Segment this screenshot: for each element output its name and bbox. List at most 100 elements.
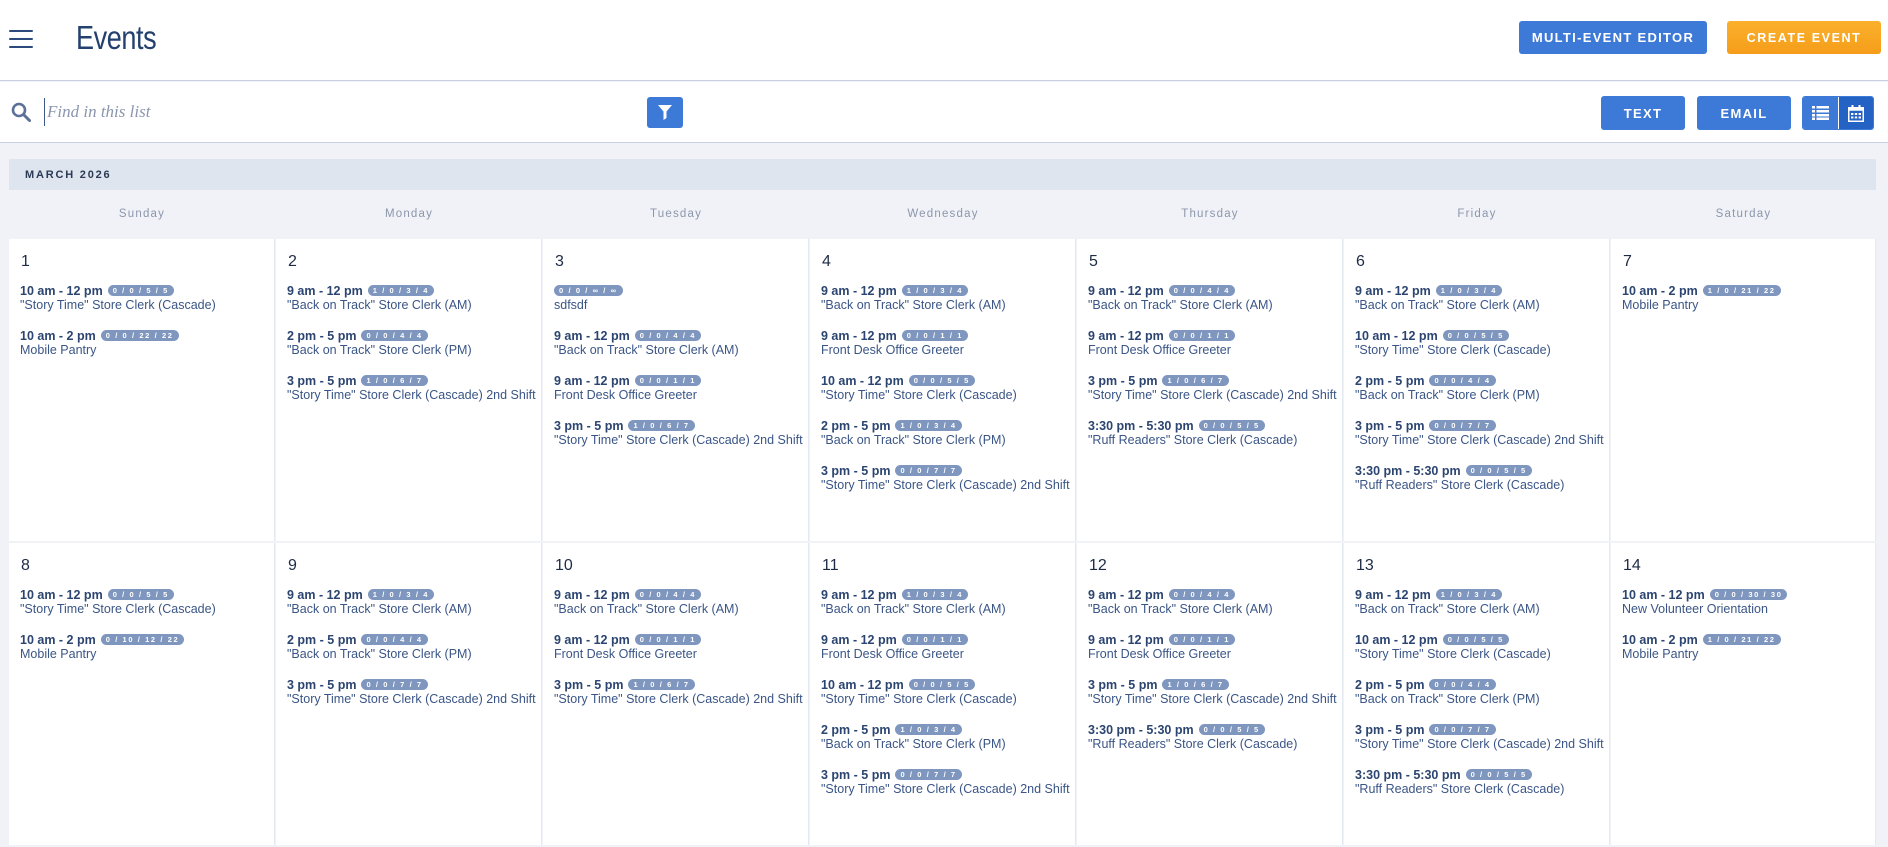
calendar-event[interactable]: 9 am - 12 pm 0 / 0 / 1 / 1 Front Desk Offi… (821, 328, 968, 357)
calendar-event[interactable]: 2 pm - 5 pm 0 / 0 / 4 / 4 "Back on Track" … (287, 328, 472, 358)
event-name: "Back on Track" Store Clerk (PM) (821, 433, 1006, 447)
calendar-event[interactable]: 2 pm - 5 pm 1 / 0 / 3 / 4 "Back on Track" … (821, 418, 1006, 448)
day-cell[interactable]: 10 9 am - 12 pm 0 / 0 / 4 / 4 "Back on Trac… (543, 543, 809, 845)
calendar-event[interactable]: 3 pm - 5 pm 0 / 0 / 7 / 7 "Story Time" Sto… (287, 677, 536, 707)
event-time-row: 9 am - 12 pm 0 / 0 / 4 / 4 (554, 587, 739, 602)
calendar-event[interactable]: 3:30 pm - 5:30 pm 0 / 0 / 5 / 5 "Ruff Read… (1088, 722, 1297, 752)
search-input[interactable] (44, 98, 604, 126)
day-cell[interactable]: 5 9 am - 12 pm 0 / 0 / 4 / 4 "Back on Track… (1077, 239, 1343, 541)
calendar-event[interactable]: 3 pm - 5 pm 1 / 0 / 6 / 7 "Story Time" Sto… (1088, 373, 1337, 403)
day-cell[interactable]: 9 9 am - 12 pm 1 / 0 / 3 / 4 "Back on Track… (276, 543, 542, 845)
event-slots-badge: 0 / 0 / 4 / 4 (1168, 589, 1235, 600)
calendar-event[interactable]: 3:30 pm - 5:30 pm 0 / 0 / 5 / 5 "Ruff Read… (1088, 418, 1297, 448)
calendar-event[interactable]: 0 / 0 / ∞ / ∞ sdfsdf (554, 283, 623, 312)
calendar-event[interactable]: 10 am - 12 pm 0 / 0 / 5 / 5 "Story Time" S… (1355, 328, 1551, 358)
event-time-row: 3 pm - 5 pm 0 / 0 / 7 / 7 (821, 463, 1070, 478)
day-cell[interactable]: 2 9 am - 12 pm 1 / 0 / 3 / 4 "Back on Track… (276, 239, 542, 541)
event-time: 10 am - 2 pm (1622, 632, 1698, 647)
calendar-event[interactable]: 3:30 pm - 5:30 pm 0 / 0 / 5 / 5 "Ruff Read… (1355, 463, 1564, 493)
calendar-event[interactable]: 3 pm - 5 pm 1 / 0 / 6 / 7 "Story Time" Sto… (1088, 677, 1337, 707)
text-button[interactable]: TEXT (1601, 96, 1685, 130)
calendar-event[interactable]: 2 pm - 5 pm 1 / 0 / 3 / 4 "Back on Track" … (821, 722, 1006, 752)
filter-button[interactable] (647, 97, 683, 128)
calendar-event[interactable]: 9 am - 12 pm 0 / 0 / 4 / 4 "Back on Track"… (1088, 587, 1273, 617)
day-cell[interactable]: 11 9 am - 12 pm 1 / 0 / 3 / 4 "Back on Trac… (810, 543, 1076, 845)
day-cell[interactable]: 4 9 am - 12 pm 1 / 0 / 3 / 4 "Back on Track… (810, 239, 1076, 541)
day-cell[interactable]: 8 10 am - 12 pm 0 / 0 / 5 / 5 "Story Time" … (9, 543, 275, 845)
calendar-event[interactable]: 10 am - 12 pm 0 / 0 / 5 / 5 "Story Time" S… (1355, 632, 1551, 662)
calendar-event[interactable]: 2 pm - 5 pm 0 / 0 / 4 / 4 "Back on Track" … (287, 632, 472, 662)
event-time-row: 9 am - 12 pm 0 / 0 / 1 / 1 (821, 328, 968, 343)
event-slots-badge: 1 / 0 / 3 / 4 (1435, 589, 1502, 600)
calendar-event[interactable]: 10 am - 12 pm 0 / 0 / 5 / 5 "Story Time" S… (821, 677, 1017, 707)
event-time-row: 3 pm - 5 pm 0 / 0 / 7 / 7 (1355, 722, 1604, 737)
day-cell[interactable]: 7 10 am - 2 pm 1 / 0 / 21 / 22 Mobile Pantr… (1611, 239, 1876, 541)
calendar-event[interactable]: 9 am - 12 pm 1 / 0 / 3 / 4 "Back on Track"… (287, 283, 472, 313)
calendar-event[interactable]: 9 am - 12 pm 0 / 0 / 4 / 4 "Back on Track"… (554, 587, 739, 617)
event-slots-badge: 0 / 0 / 5 / 5 (107, 285, 174, 296)
calendar-event[interactable]: 9 am - 12 pm 0 / 0 / 4 / 4 "Back on Track"… (554, 328, 739, 358)
calendar-event[interactable]: 10 am - 2 pm 1 / 0 / 21 / 22 Mobile Pantry (1622, 283, 1781, 312)
event-time: 3 pm - 5 pm (1355, 722, 1425, 737)
event-time-row: 3 pm - 5 pm 1 / 0 / 6 / 7 (554, 677, 803, 692)
calendar-event[interactable]: 10 am - 2 pm 1 / 0 / 21 / 22 Mobile Pantry (1622, 632, 1781, 661)
calendar-event[interactable]: 10 am - 12 pm 0 / 0 / 5 / 5 "Story Time" S… (821, 373, 1017, 403)
event-name: sdfsdf (554, 298, 588, 312)
day-cell[interactable]: 14 10 am - 12 pm 0 / 0 / 30 / 30 New Volunt… (1611, 543, 1876, 845)
event-slots-badge: 0 / 0 / 5 / 5 (908, 375, 975, 386)
email-button[interactable]: EMAIL (1697, 96, 1791, 130)
calendar-event[interactable]: 3 pm - 5 pm 0 / 0 / 7 / 7 "Story Time" Sto… (1355, 722, 1604, 752)
event-slots-badge: 0 / 0 / 4 / 4 (1429, 679, 1496, 690)
calendar-event[interactable]: 10 am - 12 pm 0 / 0 / 5 / 5 "Story Time" S… (20, 587, 216, 617)
day-cell[interactable]: 1 10 am - 12 pm 0 / 0 / 5 / 5 "Story Time" … (9, 239, 275, 541)
event-slots-badge: 0 / 0 / 4 / 4 (634, 330, 701, 341)
event-time-row: 9 am - 12 pm 0 / 0 / 1 / 1 (554, 632, 701, 647)
weekday-label: Friday (1457, 208, 1497, 220)
day-cell[interactable]: 13 9 am - 12 pm 1 / 0 / 3 / 4 "Back on Trac… (1344, 543, 1610, 845)
calendar-event[interactable]: 3 pm - 5 pm 0 / 0 / 7 / 7 "Story Time" Sto… (821, 767, 1070, 797)
list-view-button[interactable] (1803, 97, 1838, 129)
event-slots-badge: 0 / 0 / ∞ / ∞ (554, 285, 623, 296)
calendar-event[interactable]: 9 am - 12 pm 1 / 0 / 3 / 4 "Back on Track"… (1355, 283, 1540, 313)
hamburger-icon[interactable] (9, 30, 33, 48)
calendar-event[interactable]: 10 am - 12 pm 0 / 0 / 30 / 30 New Voluntee… (1622, 587, 1788, 616)
calendar-event[interactable]: 9 am - 12 pm 0 / 0 / 1 / 1 Front Desk Offi… (554, 373, 701, 402)
calendar-event[interactable]: 9 am - 12 pm 0 / 0 / 1 / 1 Front Desk Offi… (554, 632, 701, 661)
create-event-button[interactable]: CREATE EVENT (1727, 21, 1881, 54)
calendar-event[interactable]: 9 am - 12 pm 1 / 0 / 3 / 4 "Back on Track"… (1355, 587, 1540, 617)
calendar-event[interactable]: 9 am - 12 pm 0 / 0 / 4 / 4 "Back on Track"… (1088, 283, 1273, 313)
calendar-event[interactable]: 10 am - 12 pm 0 / 0 / 5 / 5 "Story Time" S… (20, 283, 216, 313)
calendar-event[interactable]: 9 am - 12 pm 0 / 0 / 1 / 1 Front Desk Offi… (821, 632, 968, 661)
event-time-row: 9 am - 12 pm 1 / 0 / 3 / 4 (821, 587, 1006, 602)
event-time: 3 pm - 5 pm (821, 463, 891, 478)
event-time-row: 0 / 0 / ∞ / ∞ (554, 283, 623, 298)
calendar-event[interactable]: 2 pm - 5 pm 0 / 0 / 4 / 4 "Back on Track" … (1355, 677, 1540, 707)
calendar-event[interactable]: 10 am - 2 pm 0 / 10 / 12 / 22 Mobile Pantr… (20, 632, 185, 661)
event-slots-badge: 0 / 0 / 1 / 1 (901, 330, 968, 341)
event-slots-badge: 1 / 0 / 6 / 7 (1162, 679, 1229, 690)
event-time: 9 am - 12 pm (1088, 632, 1164, 647)
calendar-event[interactable]: 3 pm - 5 pm 0 / 0 / 7 / 7 "Story Time" Sto… (1355, 418, 1604, 448)
calendar-event[interactable]: 3 pm - 5 pm 1 / 0 / 6 / 7 "Story Time" Sto… (554, 677, 803, 707)
event-slots-badge: 0 / 0 / 5 / 5 (1198, 420, 1265, 431)
calendar-event[interactable]: 9 am - 12 pm 0 / 0 / 1 / 1 Front Desk Offi… (1088, 328, 1235, 357)
calendar-event[interactable]: 3 pm - 5 pm 1 / 0 / 6 / 7 "Story Time" Sto… (554, 418, 803, 448)
calendar-event[interactable]: 3 pm - 5 pm 0 / 0 / 7 / 7 "Story Time" Sto… (821, 463, 1070, 493)
calendar-event[interactable]: 2 pm - 5 pm 0 / 0 / 4 / 4 "Back on Track" … (1355, 373, 1540, 403)
calendar-event[interactable]: 3 pm - 5 pm 1 / 0 / 6 / 7 "Story Time" Sto… (287, 373, 536, 403)
event-name: "Back on Track" Store Clerk (AM) (1088, 602, 1273, 616)
calendar-event[interactable]: 9 am - 12 pm 1 / 0 / 3 / 4 "Back on Track"… (287, 587, 472, 617)
day-cell[interactable]: 3 0 / 0 / ∞ / ∞ sdfsdf 9 am - 12 pm 0 / 0 / … (543, 239, 809, 541)
event-name: "Back on Track" Store Clerk (AM) (1355, 602, 1540, 616)
event-time: 9 am - 12 pm (554, 587, 630, 602)
calendar-event[interactable]: 9 am - 12 pm 0 / 0 / 1 / 1 Front Desk Offi… (1088, 632, 1235, 661)
day-cell[interactable]: 12 9 am - 12 pm 0 / 0 / 4 / 4 "Back on Trac… (1077, 543, 1343, 845)
calendar-event[interactable]: 9 am - 12 pm 1 / 0 / 3 / 4 "Back on Track"… (821, 283, 1006, 313)
calendar-event[interactable]: 3:30 pm - 5:30 pm 0 / 0 / 5 / 5 "Ruff Read… (1355, 767, 1564, 797)
calendar-view-button[interactable] (1837, 97, 1873, 129)
event-time-row: 10 am - 12 pm 0 / 0 / 5 / 5 (20, 587, 216, 602)
day-cell[interactable]: 6 9 am - 12 pm 1 / 0 / 3 / 4 "Back on Track… (1344, 239, 1610, 541)
calendar-event[interactable]: 10 am - 2 pm 0 / 0 / 22 / 22 Mobile Pantry (20, 328, 179, 357)
calendar-event[interactable]: 9 am - 12 pm 1 / 0 / 3 / 4 "Back on Track"… (821, 587, 1006, 617)
multi-event-editor-button[interactable]: MULTI-EVENT EDITOR (1519, 21, 1707, 54)
